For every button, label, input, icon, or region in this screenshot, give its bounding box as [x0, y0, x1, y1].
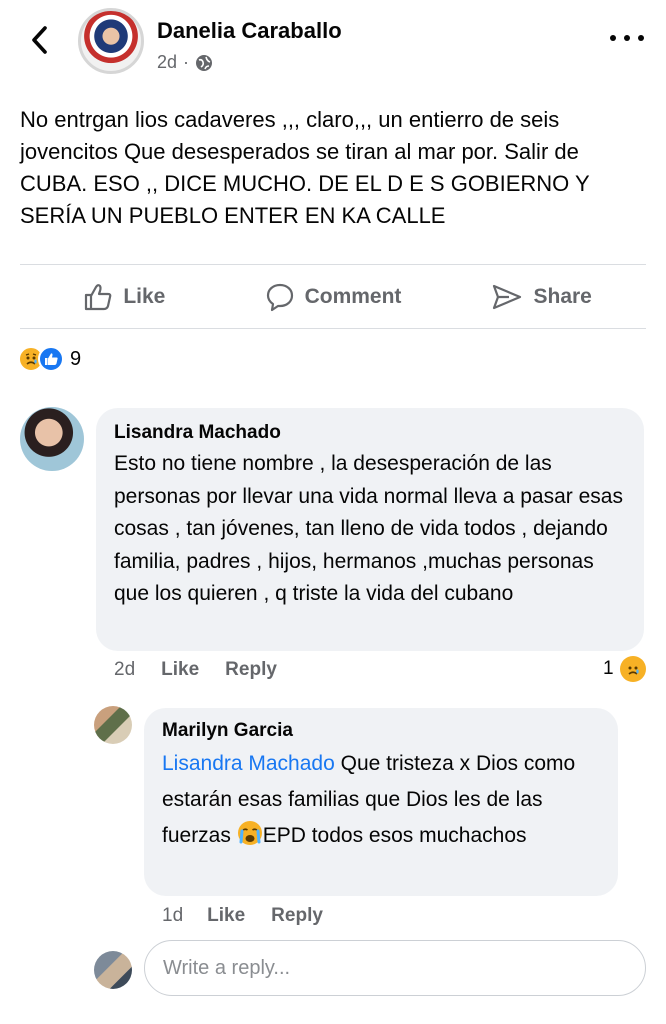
sad-reaction-icon — [619, 656, 646, 682]
post-text: No entrgan lios cadaveres ,,, claro,,, u… — [20, 107, 590, 228]
divider — [20, 328, 646, 329]
replier-name[interactable]: Marilyn Garcia — [162, 720, 600, 742]
commenter-name[interactable]: Lisandra Machado — [114, 422, 626, 444]
like-button[interactable]: Like — [20, 282, 229, 312]
comment-meta: 2d Like Reply — [114, 659, 303, 681]
post-actions-bar: Like Comment Share — [20, 266, 646, 328]
comment-bubble-icon — [266, 283, 293, 312]
mention-link[interactable]: Lisandra Machado — [162, 752, 335, 775]
back-button[interactable] — [24, 22, 54, 58]
chevron-left-icon — [32, 26, 47, 54]
reply-input[interactable]: Write a reply... — [144, 940, 646, 996]
more-options-button[interactable] — [610, 28, 644, 48]
meta-separator: · — [183, 52, 190, 72]
reply-text-part: EPD todos esos muchachos — [262, 824, 527, 847]
post-meta: 2d · — [157, 52, 213, 73]
reply-reply-button[interactable]: Reply — [271, 905, 323, 927]
share-arrow-icon — [493, 284, 522, 310]
commenter-avatar[interactable] — [20, 407, 84, 471]
more-horizontal-icon — [624, 35, 630, 41]
author-name[interactable]: Danelia Caraballo — [157, 18, 342, 44]
comment-bubble: Lisandra Machado Esto no tiene nombre , … — [96, 408, 644, 651]
reply-meta: 1d Like Reply — [162, 905, 349, 927]
current-user-avatar — [94, 951, 132, 989]
comment-reaction-count: 1 — [603, 658, 614, 679]
like-reaction-icon — [38, 346, 64, 372]
reaction-summary[interactable]: 9 — [18, 346, 81, 372]
comment-reaction[interactable]: 1 — [603, 656, 646, 682]
more-horizontal-icon — [610, 35, 616, 41]
reply-bubble: Marilyn Garcia Lisandra Machado Que tris… — [144, 708, 618, 896]
comment-like-button[interactable]: Like — [161, 659, 199, 681]
comment-label: Comment — [304, 285, 402, 308]
comment-time[interactable]: 2d — [114, 659, 135, 681]
comment-text: Esto no tiene nombre , la desesperación … — [114, 452, 623, 605]
replier-avatar[interactable] — [94, 706, 132, 744]
reply-time[interactable]: 1d — [162, 905, 183, 927]
crying-emoji-icon — [237, 820, 263, 858]
share-label: Share — [533, 285, 592, 308]
comment-button[interactable]: Comment — [229, 282, 438, 312]
divider — [20, 264, 646, 265]
share-button[interactable]: Share — [437, 282, 646, 312]
author-avatar[interactable] — [78, 8, 144, 74]
reply-text: Lisandra Machado Que tristeza x Dios com… — [162, 746, 600, 858]
reply-input-placeholder: Write a reply... — [163, 956, 291, 979]
post-header: Danelia Caraballo 2d · — [0, 0, 666, 84]
thumbs-up-icon — [85, 284, 112, 311]
more-horizontal-icon — [638, 35, 644, 41]
reaction-count: 9 — [70, 347, 82, 370]
reply-like-button[interactable]: Like — [207, 905, 245, 927]
comment-reply-button[interactable]: Reply — [225, 659, 277, 681]
globe-icon — [196, 54, 213, 71]
post-time[interactable]: 2d — [157, 52, 177, 73]
like-label: Like — [123, 285, 166, 308]
